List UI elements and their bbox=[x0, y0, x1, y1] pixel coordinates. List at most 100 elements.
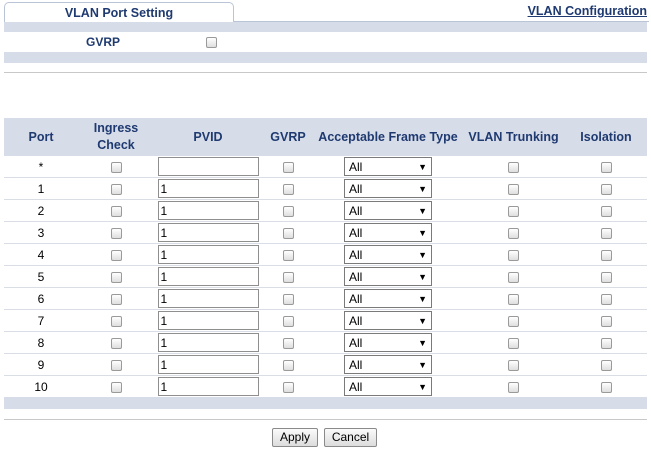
frame-type-select[interactable]: All ▼ bbox=[344, 245, 432, 264]
ingress-check-checkbox[interactable] bbox=[110, 293, 122, 305]
vlan-trunking-cell bbox=[462, 353, 565, 376]
tab-vlan-port-setting[interactable]: VLAN Port Setting bbox=[4, 2, 234, 22]
isolation-checkbox[interactable] bbox=[600, 183, 612, 195]
ingress-check-checkbox[interactable] bbox=[110, 315, 122, 327]
port-cell: 7 bbox=[4, 309, 78, 332]
gvrp-port-checkbox[interactable] bbox=[282, 161, 294, 173]
pvid-input[interactable]: 1 bbox=[157, 355, 259, 374]
pvid-cell: 1 bbox=[154, 309, 262, 332]
vlan-trunking-checkbox[interactable] bbox=[508, 183, 519, 195]
frame-type-cell: All ▼ bbox=[314, 331, 462, 354]
gvrp-port-checkbox[interactable] bbox=[282, 183, 294, 195]
pvid-input[interactable]: 1 bbox=[157, 245, 259, 264]
pvid-input[interactable]: 1 bbox=[157, 289, 259, 308]
isolation-checkbox[interactable] bbox=[600, 161, 612, 173]
ingress-check-cell bbox=[78, 177, 154, 200]
frame-type-select[interactable]: All ▼ bbox=[344, 267, 432, 286]
isolation-checkbox[interactable] bbox=[600, 205, 612, 217]
gvrp-port-checkbox[interactable] bbox=[282, 359, 294, 371]
ingress-check-checkbox[interactable] bbox=[110, 161, 122, 173]
table-row: 8 1 All ▼ bbox=[4, 331, 647, 354]
col-header-pvid: PVID bbox=[154, 118, 262, 156]
isolation-checkbox[interactable] bbox=[600, 315, 612, 327]
frame-type-select[interactable]: All ▼ bbox=[344, 289, 432, 308]
table-row: 7 1 All ▼ bbox=[4, 309, 647, 332]
vlan-trunking-checkbox[interactable] bbox=[508, 161, 519, 173]
frame-type-select[interactable]: All ▼ bbox=[344, 223, 432, 242]
vlan-trunking-checkbox[interactable] bbox=[508, 381, 519, 393]
frame-type-select[interactable]: All ▼ bbox=[344, 311, 432, 330]
pvid-input[interactable]: 1 bbox=[157, 201, 259, 220]
ingress-check-checkbox[interactable] bbox=[110, 205, 122, 217]
vlan-trunking-checkbox[interactable] bbox=[508, 205, 519, 217]
vlan-trunking-checkbox[interactable] bbox=[508, 249, 519, 261]
gvrp-cell bbox=[262, 221, 314, 244]
frame-type-value: All bbox=[349, 247, 363, 262]
gvrp-panel-bottom-band bbox=[4, 52, 647, 63]
isolation-checkbox[interactable] bbox=[600, 359, 612, 371]
pvid-input[interactable]: 1 bbox=[157, 311, 259, 330]
isolation-checkbox[interactable] bbox=[600, 293, 612, 305]
gvrp-cell bbox=[262, 199, 314, 222]
gvrp-port-checkbox[interactable] bbox=[282, 249, 294, 261]
vlan-configuration-link[interactable]: VLAN Configuration bbox=[528, 4, 647, 18]
ingress-check-checkbox[interactable] bbox=[110, 359, 122, 371]
gvrp-port-checkbox[interactable] bbox=[282, 337, 294, 349]
vlan-trunking-checkbox[interactable] bbox=[508, 315, 519, 327]
gvrp-checkbox[interactable] bbox=[206, 37, 217, 48]
vlan-trunking-cell bbox=[462, 177, 565, 200]
apply-button[interactable]: Apply bbox=[272, 428, 318, 447]
ingress-check-checkbox[interactable] bbox=[110, 249, 122, 261]
gvrp-port-checkbox[interactable] bbox=[282, 271, 294, 283]
ingress-check-checkbox[interactable] bbox=[110, 381, 122, 393]
ingress-check-checkbox[interactable] bbox=[110, 183, 122, 195]
ingress-check-checkbox[interactable] bbox=[110, 227, 122, 239]
pvid-cell: 1 bbox=[154, 331, 262, 354]
ingress-check-checkbox[interactable] bbox=[110, 271, 122, 283]
col-header-ingress-check: Ingress Check bbox=[78, 118, 154, 156]
frame-type-cell: All ▼ bbox=[314, 353, 462, 376]
gvrp-cell bbox=[262, 353, 314, 376]
vlan-trunking-checkbox[interactable] bbox=[508, 271, 519, 283]
vlan-trunking-cell bbox=[462, 287, 565, 310]
pvid-input[interactable]: 1 bbox=[157, 333, 259, 352]
frame-type-value: All bbox=[349, 357, 363, 372]
divider bbox=[4, 419, 647, 420]
frame-type-select[interactable]: All ▼ bbox=[344, 201, 432, 220]
vlan-trunking-checkbox[interactable] bbox=[508, 293, 519, 305]
frame-type-select[interactable]: All ▼ bbox=[344, 333, 432, 352]
frame-type-select[interactable]: All ▼ bbox=[344, 179, 432, 198]
pvid-input[interactable]: 1 bbox=[157, 377, 259, 396]
pvid-input[interactable]: 1 bbox=[157, 179, 259, 198]
gvrp-port-checkbox[interactable] bbox=[282, 293, 294, 305]
pvid-input[interactable]: 1 bbox=[157, 223, 259, 242]
gvrp-port-checkbox[interactable] bbox=[282, 205, 294, 217]
pvid-input[interactable] bbox=[157, 157, 259, 176]
vlan-trunking-checkbox[interactable] bbox=[508, 359, 519, 371]
gvrp-cell bbox=[262, 156, 314, 178]
isolation-checkbox[interactable] bbox=[600, 249, 612, 261]
vlan-trunking-checkbox[interactable] bbox=[508, 337, 519, 349]
port-cell: 8 bbox=[4, 331, 78, 354]
isolation-checkbox[interactable] bbox=[600, 381, 612, 393]
ingress-check-checkbox[interactable] bbox=[110, 337, 122, 349]
isolation-checkbox[interactable] bbox=[600, 227, 612, 239]
cancel-button[interactable]: Cancel bbox=[324, 428, 377, 447]
gvrp-port-checkbox[interactable] bbox=[282, 315, 294, 327]
isolation-checkbox[interactable] bbox=[600, 271, 612, 283]
frame-type-value: All bbox=[349, 291, 363, 306]
pvid-input[interactable]: 1 bbox=[157, 267, 259, 286]
gvrp-port-checkbox[interactable] bbox=[282, 381, 294, 393]
frame-type-select[interactable]: All ▼ bbox=[344, 355, 432, 374]
frame-type-select[interactable]: All ▼ bbox=[344, 157, 432, 176]
isolation-checkbox[interactable] bbox=[600, 337, 612, 349]
gvrp-port-checkbox[interactable] bbox=[282, 227, 294, 239]
vlan-trunking-checkbox[interactable] bbox=[508, 227, 519, 239]
col-header-port: Port bbox=[4, 118, 78, 156]
frame-type-select[interactable]: All ▼ bbox=[344, 377, 432, 396]
vlan-trunking-cell bbox=[462, 375, 565, 398]
vlan-trunking-cell bbox=[462, 331, 565, 354]
col-header-acceptable-frame-type: Acceptable Frame Type bbox=[314, 118, 462, 156]
table-row: 5 1 All ▼ bbox=[4, 265, 647, 288]
pvid-cell: 1 bbox=[154, 199, 262, 222]
